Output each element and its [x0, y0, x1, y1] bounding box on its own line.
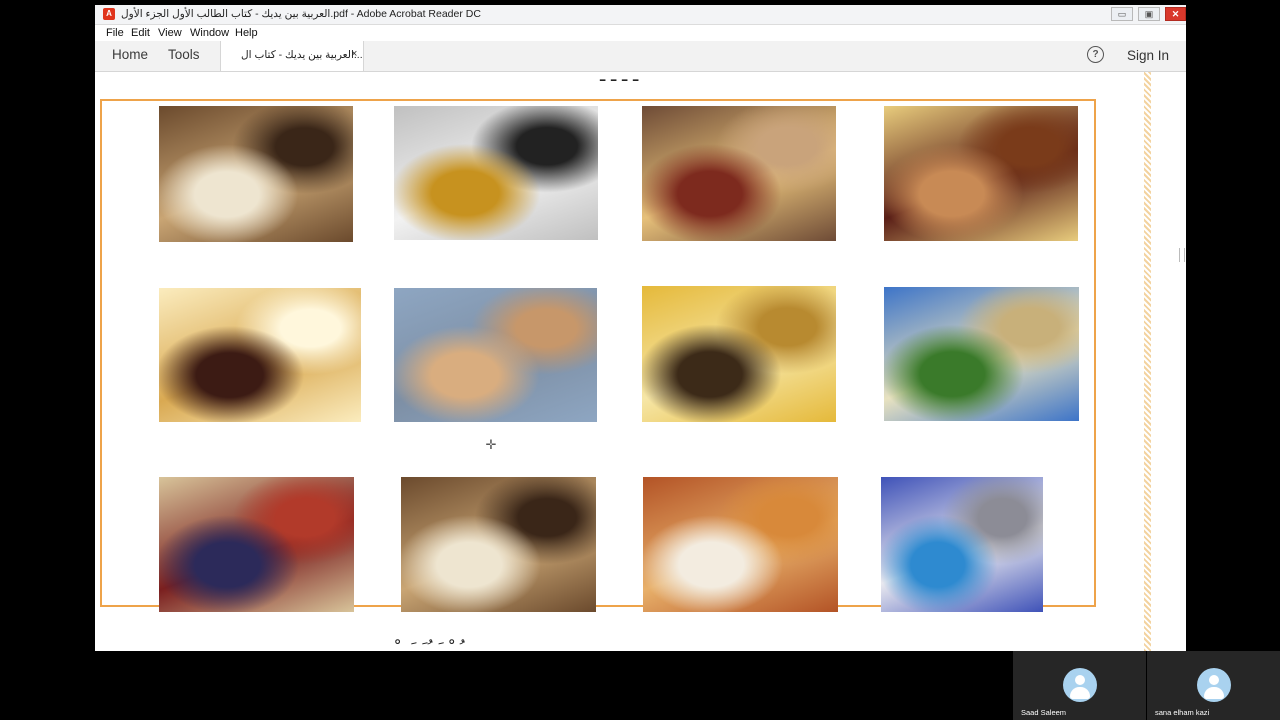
- participant-name: Saad Saleem: [1021, 708, 1067, 717]
- menu-window[interactable]: Window: [190, 27, 229, 39]
- page-text-top: ـ ـ ـ ـ: [600, 72, 639, 86]
- photo-bedroom-windows: [884, 106, 1078, 241]
- maximize-button[interactable]: ▣: [1138, 7, 1160, 21]
- photo-building: [394, 288, 597, 422]
- photo-hallway: [159, 288, 361, 422]
- page-text-bottom: ـُــْــَ ـُـَ ـَـ ـْ: [395, 639, 465, 651]
- tools-tab[interactable]: Tools: [168, 47, 200, 62]
- document-view[interactable]: ـ ـ ـ ـ ـُــْــَ ـُـَ ـَـ ـْ ✛: [95, 72, 1186, 651]
- menu-view[interactable]: View: [158, 27, 182, 39]
- avatar-icon: [1063, 668, 1097, 702]
- photo-bedroom-2: [401, 477, 596, 612]
- document-tab-label: العربية بين يديك - كتاب ال...: [241, 49, 363, 61]
- menu-edit[interactable]: Edit: [131, 27, 150, 39]
- window-title: العربية بين يديك - كتاب الطالب الأول الج…: [121, 8, 481, 20]
- photo-villa: [884, 287, 1079, 421]
- pdf-icon: A: [103, 8, 115, 20]
- avatar-icon: [1197, 668, 1231, 702]
- photo-alley: [881, 477, 1043, 612]
- home-tab[interactable]: Home: [112, 47, 148, 62]
- minimize-button[interactable]: ▭: [1111, 7, 1133, 21]
- page-border-decoration: [1144, 72, 1151, 651]
- menu-help[interactable]: Help: [235, 27, 258, 39]
- toolbar: Home Tools العربية بين يديك - كتاب ال...…: [95, 41, 1186, 72]
- close-tab-icon[interactable]: ×: [351, 48, 357, 60]
- acrobat-window: A العربية بين يديك - كتاب الطالب الأول ا…: [95, 5, 1186, 651]
- crosshair-cursor-icon: ✛: [485, 437, 497, 452]
- participant-name: sana elham kazi: [1155, 708, 1210, 717]
- menu-file[interactable]: File: [106, 27, 124, 39]
- photo-rug: [159, 477, 354, 612]
- photo-bathroom: [642, 286, 836, 422]
- close-button[interactable]: ✕: [1165, 7, 1186, 21]
- photo-dining-room: [643, 477, 838, 612]
- photo-bedroom: [159, 106, 353, 242]
- document-tab[interactable]: العربية بين يديك - كتاب ال... ×: [220, 41, 364, 71]
- participant-tile[interactable]: sana elham kazi: [1147, 651, 1280, 720]
- photo-living-room: [642, 106, 836, 241]
- menu-bar: File Edit View Window Help: [95, 25, 1186, 41]
- sign-in-button[interactable]: Sign In: [1127, 48, 1169, 63]
- help-icon[interactable]: ?: [1087, 46, 1104, 63]
- participant-tile[interactable]: Saad Saleem: [1013, 651, 1146, 720]
- photo-mirror: [394, 106, 598, 240]
- title-bar: A العربية بين يديك - كتاب الطالب الأول ا…: [95, 5, 1186, 25]
- scroll-handle[interactable]: [1179, 248, 1185, 262]
